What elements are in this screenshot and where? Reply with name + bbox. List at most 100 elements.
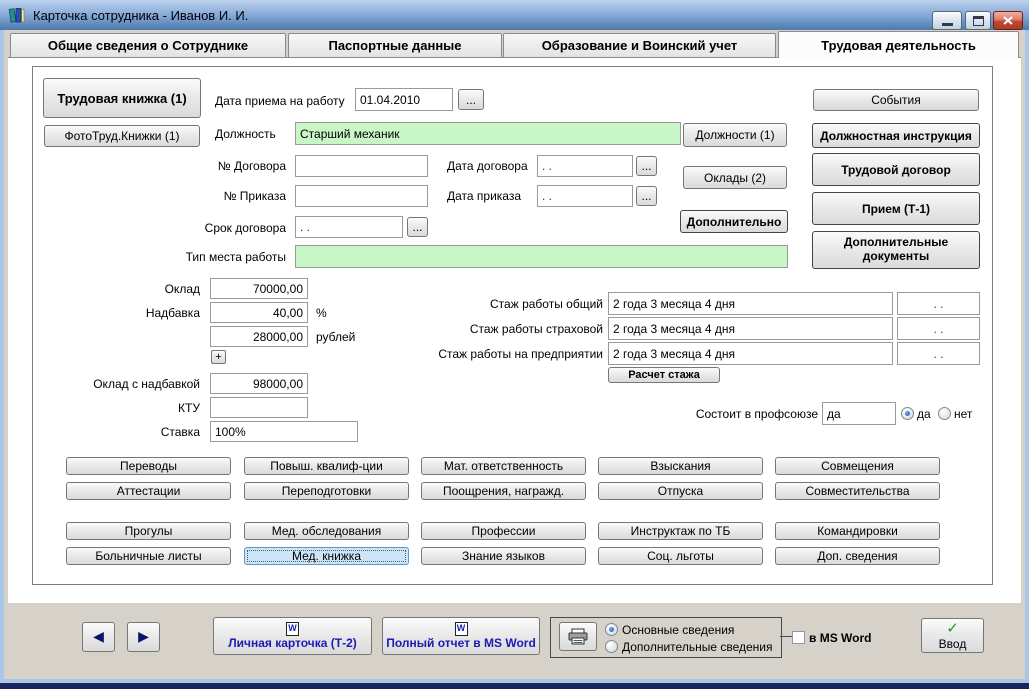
material-responsibility-button[interactable]: Мат. ответственность — [421, 457, 586, 475]
experience-company-date-field[interactable]: . . — [897, 342, 980, 365]
contract-term-browse-button[interactable]: ... — [407, 217, 428, 237]
contract-number-label: № Договора — [218, 159, 286, 173]
experience-total-date-field[interactable]: . . — [897, 292, 980, 315]
order-date-label: Дата приказа — [447, 189, 521, 203]
printer-icon — [567, 628, 589, 645]
medical-examinations-button[interactable]: Мед. обследования — [244, 522, 409, 540]
contract-date-label: Дата договора — [447, 159, 528, 173]
additional-info-button[interactable]: Доп. сведения — [775, 547, 940, 565]
experience-total-field[interactable]: 2 года 3 месяца 4 дня — [608, 292, 893, 315]
rate-label: Ставка — [161, 425, 200, 439]
ktu-field[interactable] — [210, 397, 308, 418]
calculate-experience-button[interactable]: Расчет стажа — [608, 367, 720, 383]
salary-field[interactable]: 70000,00 — [210, 278, 308, 299]
in-ms-word-checkbox[interactable] — [792, 631, 805, 644]
basic-info-radio[interactable] — [605, 623, 618, 636]
hire-date-browse-button[interactable]: ... — [458, 89, 484, 110]
experience-insured-field[interactable]: 2 года 3 месяца 4 дня — [608, 317, 893, 340]
qualification-raise-button[interactable]: Повыш. квалиф-ции — [244, 457, 409, 475]
attestations-button[interactable]: Аттестации — [66, 482, 231, 500]
order-date-field[interactable]: . . — [537, 185, 633, 207]
enter-button[interactable]: ✓ Ввод — [921, 618, 984, 653]
photo-labor-books-button[interactable]: ФотоТруд.Книжки (1) — [44, 125, 200, 147]
contract-date-field[interactable]: . . — [537, 155, 633, 177]
tab-education-military[interactable]: Образование и Воинский учет — [503, 33, 776, 58]
contract-number-field[interactable] — [295, 155, 428, 177]
retraining-button[interactable]: Переподготовки — [244, 482, 409, 500]
personal-card-t2-label: Личная карточка (Т-2) — [228, 636, 357, 650]
experience-insured-date-field[interactable]: . . — [897, 317, 980, 340]
word-document-icon: W — [455, 622, 468, 636]
additional-info-radio[interactable] — [605, 640, 618, 653]
hiring-t1-button[interactable]: Прием (Т-1) — [812, 192, 980, 225]
position-field[interactable]: Старший механик — [295, 122, 681, 145]
union-yes-radio[interactable] — [901, 407, 914, 420]
penalties-button[interactable]: Взыскания — [598, 457, 763, 475]
union-member-field[interactable]: да — [822, 402, 896, 425]
prev-record-button[interactable]: ◀ — [82, 622, 115, 652]
additional-documents-button[interactable]: Дополнительные документы — [812, 231, 980, 269]
tab-passport-data[interactable]: Паспортные данные — [288, 33, 502, 58]
additional-info-label: Дополнительные сведения — [622, 640, 772, 654]
absences-button[interactable]: Прогулы — [66, 522, 231, 540]
print-button[interactable] — [559, 622, 597, 651]
employee-card-window: Карточка сотрудника - Иванов И. И. Общие… — [0, 0, 1029, 689]
second-jobs-button[interactable]: Совместительства — [775, 482, 940, 500]
business-trips-button[interactable]: Командировки — [775, 522, 940, 540]
checkbox-connector-line — [780, 636, 792, 637]
close-button[interactable] — [993, 11, 1023, 30]
transfers-button[interactable]: Переводы — [66, 457, 231, 475]
salary-with-bonus-field[interactable]: 98000,00 — [210, 373, 308, 394]
salaries-list-button[interactable]: Оклады (2) — [683, 166, 787, 189]
restore-button[interactable] — [965, 11, 991, 30]
workplace-type-field[interactable] — [295, 245, 788, 268]
hire-date-label: Дата приема на работу — [215, 94, 345, 108]
additional-button[interactable]: Дополнительно — [680, 210, 788, 233]
experience-insured-label: Стаж работы страховой — [470, 322, 603, 336]
union-no-label: нет — [954, 407, 972, 421]
hire-date-field[interactable]: 01.04.2010 — [355, 88, 453, 111]
rate-field[interactable]: 100% — [210, 421, 358, 442]
tab-work-activity[interactable]: Трудовая деятельность — [778, 31, 1019, 58]
rubles-label: рублей — [316, 330, 355, 344]
word-document-icon: W — [286, 622, 299, 636]
union-no-radio[interactable] — [938, 407, 951, 420]
vacations-button[interactable]: Отпуска — [598, 482, 763, 500]
contract-date-browse-button[interactable]: ... — [636, 156, 657, 176]
experience-total-label: Стаж работы общий — [490, 297, 603, 311]
salary-with-bonus-label: Оклад с надбавкой — [93, 377, 200, 391]
languages-button[interactable]: Знание языков — [421, 547, 586, 565]
next-record-button[interactable]: ▶ — [127, 622, 160, 652]
minimize-icon — [942, 23, 953, 26]
labor-book-button[interactable]: Трудовая книжка (1) — [43, 78, 201, 118]
combinations-button[interactable]: Совмещения — [775, 457, 940, 475]
arrow-left-icon: ◀ — [93, 629, 104, 645]
contract-term-field[interactable]: . . — [295, 216, 403, 238]
arrow-right-icon: ▶ — [138, 629, 149, 645]
minimize-button[interactable] — [932, 11, 962, 30]
job-description-button[interactable]: Должностная инструкция — [812, 123, 980, 148]
experience-company-field[interactable]: 2 года 3 месяца 4 дня — [608, 342, 893, 365]
order-number-field[interactable] — [295, 185, 428, 207]
safety-briefing-button[interactable]: Инструктаж по ТБ — [598, 522, 763, 540]
restore-icon — [973, 16, 984, 26]
order-date-browse-button[interactable]: ... — [636, 186, 657, 206]
app-books-icon — [8, 6, 26, 24]
professions-button[interactable]: Профессии — [421, 522, 586, 540]
bonus-rubles-field[interactable]: 28000,00 — [210, 326, 308, 347]
bonus-percent-field[interactable]: 40,00 — [210, 302, 308, 323]
salary-label: Оклад — [165, 282, 200, 296]
plus-button[interactable]: + — [211, 350, 226, 364]
full-report-word-button[interactable]: W Полный отчет в MS Word — [382, 617, 540, 655]
events-button[interactable]: События — [813, 89, 979, 111]
personal-card-t2-button[interactable]: W Личная карточка (Т-2) — [213, 617, 372, 655]
union-yes-label: да — [917, 407, 931, 421]
tab-general-info[interactable]: Общие сведения о Сотруднике — [10, 33, 286, 58]
contract-term-label: Срок договора — [205, 221, 286, 235]
rewards-button[interactable]: Поощрения, награжд. — [421, 482, 586, 500]
labor-contract-button[interactable]: Трудовой договор — [812, 153, 980, 186]
sick-leaves-button[interactable]: Больничные листы — [66, 547, 231, 565]
positions-list-button[interactable]: Должности (1) — [683, 123, 787, 147]
medical-book-button[interactable]: Мед. книжка — [244, 547, 409, 565]
social-benefits-button[interactable]: Соц. льготы — [598, 547, 763, 565]
